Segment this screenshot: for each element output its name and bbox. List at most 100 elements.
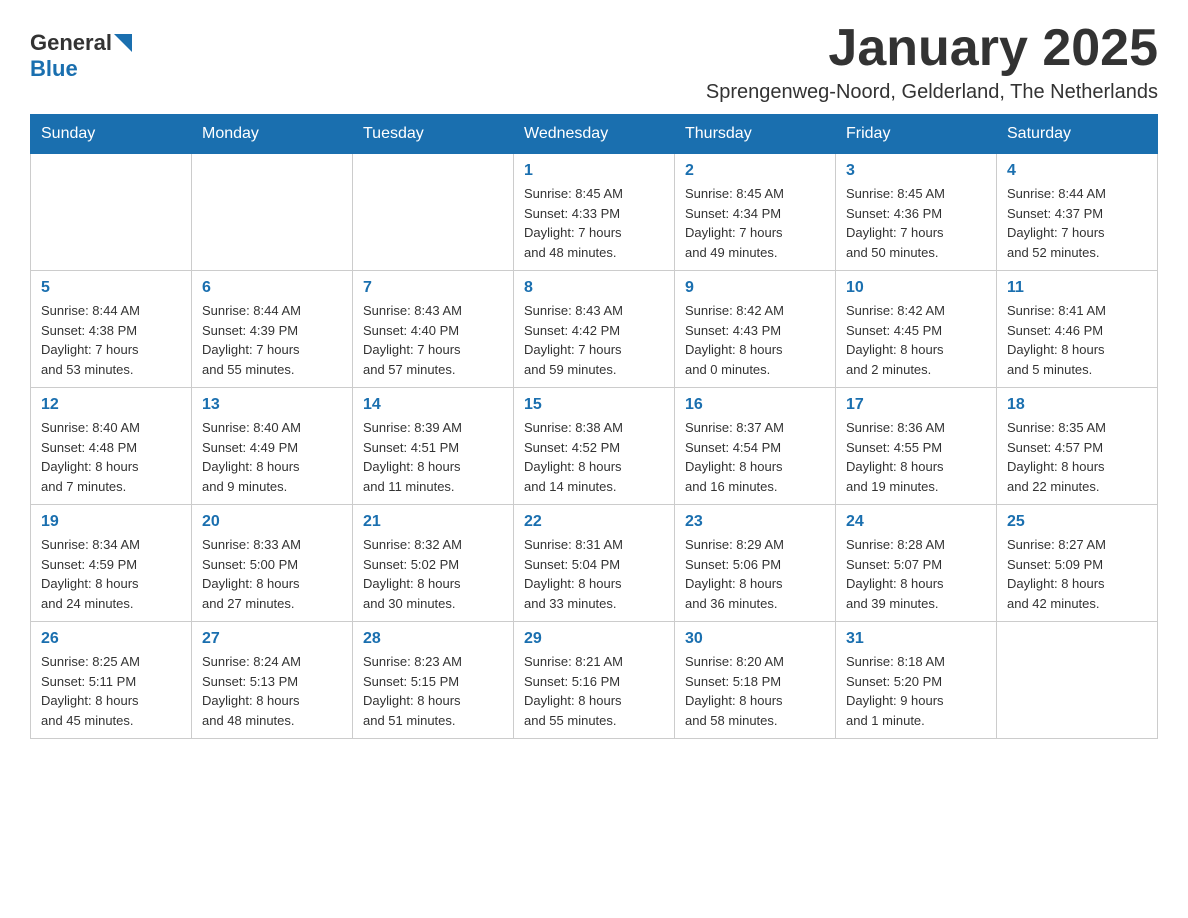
- table-row: 19 Sunrise: 8:34 AMSunset: 4:59 PMDayligh…: [31, 505, 192, 622]
- day-info: Sunrise: 8:45 AMSunset: 4:34 PMDaylight:…: [685, 184, 825, 262]
- table-row: 7 Sunrise: 8:43 AMSunset: 4:40 PMDaylight…: [353, 271, 514, 388]
- table-row: 17Sunrise: 8:36 AMSunset: 4:55 PMDayligh…: [836, 388, 997, 505]
- day-number: 21: [363, 513, 503, 531]
- day-info: Sunrise: 8:43 AMSunset: 4:40 PMDaylight:…: [363, 301, 503, 379]
- header-thursday: Thursday: [675, 115, 836, 154]
- day-number: 28: [363, 630, 503, 648]
- day-number: 22: [524, 513, 664, 531]
- table-row: 1Sunrise: 8:45 AMSunset: 4:33 PMDaylight…: [514, 154, 675, 271]
- day-number: 13: [202, 396, 342, 414]
- day-number: 16: [685, 396, 825, 414]
- table-row: 2 Sunrise: 8:45 AMSunset: 4:34 PMDaylight…: [675, 154, 836, 271]
- day-info: Sunrise: 8:34 AMSunset: 4:59 PMDaylight:…: [41, 535, 181, 613]
- day-info: Sunrise: 8:36 AMSunset: 4:55 PMDaylight:…: [846, 418, 986, 496]
- table-row: 20 Sunrise: 8:33 AMSunset: 5:00 PMDayligh…: [192, 505, 353, 622]
- table-row: 24Sunrise: 8:28 AMSunset: 5:07 PMDayligh…: [836, 505, 997, 622]
- day-info: Sunrise: 8:23 AMSunset: 5:15 PMDaylight:…: [363, 652, 503, 730]
- calendar-header: SundayMondayTuesdayWednesdayThursdayFrid…: [31, 115, 1158, 154]
- page-subtitle: Sprengenweg-Noord, Gelderland, The Nethe…: [706, 81, 1158, 104]
- day-info: Sunrise: 8:24 AMSunset: 5:13 PMDaylight:…: [202, 652, 342, 730]
- day-number: 10: [846, 279, 986, 297]
- table-row: 26Sunrise: 8:25 AMSunset: 5:11 PMDayligh…: [31, 622, 192, 739]
- logo-arrow-icon: [114, 34, 132, 52]
- table-row: 22 Sunrise: 8:31 AMSunset: 5:04 PMDayligh…: [514, 505, 675, 622]
- day-info: Sunrise: 8:39 AMSunset: 4:51 PMDaylight:…: [363, 418, 503, 496]
- calendar-table: SundayMondayTuesdayWednesdayThursdayFrid…: [30, 114, 1158, 739]
- day-number: 7: [363, 279, 503, 297]
- table-row: [997, 622, 1158, 739]
- day-info: Sunrise: 8:45 AMSunset: 4:36 PMDaylight:…: [846, 184, 986, 262]
- table-row: 31 Sunrise: 8:18 AMSunset: 5:20 PMDayligh…: [836, 622, 997, 739]
- table-row: 8Sunrise: 8:43 AMSunset: 4:42 PMDaylight…: [514, 271, 675, 388]
- day-number: 11: [1007, 279, 1147, 297]
- day-number: 20: [202, 513, 342, 531]
- day-number: 2: [685, 162, 825, 180]
- header-wednesday: Wednesday: [514, 115, 675, 154]
- day-info: Sunrise: 8:44 AMSunset: 4:38 PMDaylight:…: [41, 301, 181, 379]
- logo-general: General: [30, 30, 112, 56]
- day-number: 31: [846, 630, 986, 648]
- table-row: 28 Sunrise: 8:23 AMSunset: 5:15 PMDayligh…: [353, 622, 514, 739]
- table-row: 14 Sunrise: 8:39 AMSunset: 4:51 PMDayligh…: [353, 388, 514, 505]
- day-info: Sunrise: 8:37 AMSunset: 4:54 PMDaylight:…: [685, 418, 825, 496]
- day-number: 12: [41, 396, 181, 414]
- day-info: Sunrise: 8:28 AMSunset: 5:07 PMDaylight:…: [846, 535, 986, 613]
- header-monday: Monday: [192, 115, 353, 154]
- logo-blue: Blue: [30, 56, 78, 82]
- table-row: 4 Sunrise: 8:44 AMSunset: 4:37 PMDaylight…: [997, 154, 1158, 271]
- day-info: Sunrise: 8:29 AMSunset: 5:06 PMDaylight:…: [685, 535, 825, 613]
- day-info: Sunrise: 8:38 AMSunset: 4:52 PMDaylight:…: [524, 418, 664, 496]
- table-row: 5 Sunrise: 8:44 AMSunset: 4:38 PMDaylight…: [31, 271, 192, 388]
- day-info: Sunrise: 8:41 AMSunset: 4:46 PMDaylight:…: [1007, 301, 1147, 379]
- week-row-3: 12 Sunrise: 8:40 AMSunset: 4:48 PMDayligh…: [31, 388, 1158, 505]
- day-info: Sunrise: 8:44 AMSunset: 4:37 PMDaylight:…: [1007, 184, 1147, 262]
- day-info: Sunrise: 8:43 AMSunset: 4:42 PMDaylight:…: [524, 301, 664, 379]
- day-number: 5: [41, 279, 181, 297]
- day-info: Sunrise: 8:33 AMSunset: 5:00 PMDaylight:…: [202, 535, 342, 613]
- table-row: 11 Sunrise: 8:41 AMSunset: 4:46 PMDayligh…: [997, 271, 1158, 388]
- table-row: 27 Sunrise: 8:24 AMSunset: 5:13 PMDayligh…: [192, 622, 353, 739]
- table-row: 10 Sunrise: 8:42 AMSunset: 4:45 PMDayligh…: [836, 271, 997, 388]
- day-number: 18: [1007, 396, 1147, 414]
- table-row: 16 Sunrise: 8:37 AMSunset: 4:54 PMDayligh…: [675, 388, 836, 505]
- day-number: 6: [202, 279, 342, 297]
- table-row: 23Sunrise: 8:29 AMSunset: 5:06 PMDayligh…: [675, 505, 836, 622]
- week-row-5: 26Sunrise: 8:25 AMSunset: 5:11 PMDayligh…: [31, 622, 1158, 739]
- table-row: 30Sunrise: 8:20 AMSunset: 5:18 PMDayligh…: [675, 622, 836, 739]
- table-row: [353, 154, 514, 271]
- header-saturday: Saturday: [997, 115, 1158, 154]
- header-row: SundayMondayTuesdayWednesdayThursdayFrid…: [31, 115, 1158, 154]
- day-number: 27: [202, 630, 342, 648]
- day-number: 9: [685, 279, 825, 297]
- day-info: Sunrise: 8:44 AMSunset: 4:39 PMDaylight:…: [202, 301, 342, 379]
- day-info: Sunrise: 8:20 AMSunset: 5:18 PMDaylight:…: [685, 652, 825, 730]
- week-row-4: 19 Sunrise: 8:34 AMSunset: 4:59 PMDayligh…: [31, 505, 1158, 622]
- day-number: 25: [1007, 513, 1147, 531]
- day-info: Sunrise: 8:42 AMSunset: 4:45 PMDaylight:…: [846, 301, 986, 379]
- table-row: [31, 154, 192, 271]
- table-row: 15 Sunrise: 8:38 AMSunset: 4:52 PMDayligh…: [514, 388, 675, 505]
- day-info: Sunrise: 8:18 AMSunset: 5:20 PMDaylight:…: [846, 652, 986, 730]
- table-row: 12 Sunrise: 8:40 AMSunset: 4:48 PMDayligh…: [31, 388, 192, 505]
- day-number: 19: [41, 513, 181, 531]
- day-info: Sunrise: 8:35 AMSunset: 4:57 PMDaylight:…: [1007, 418, 1147, 496]
- table-row: 29Sunrise: 8:21 AMSunset: 5:16 PMDayligh…: [514, 622, 675, 739]
- table-row: 18 Sunrise: 8:35 AMSunset: 4:57 PMDayligh…: [997, 388, 1158, 505]
- day-number: 14: [363, 396, 503, 414]
- table-row: 3Sunrise: 8:45 AMSunset: 4:36 PMDaylight…: [836, 154, 997, 271]
- day-info: Sunrise: 8:40 AMSunset: 4:49 PMDaylight:…: [202, 418, 342, 496]
- title-section: January 2025 Sprengenweg-Noord, Gelderla…: [706, 20, 1158, 104]
- header-tuesday: Tuesday: [353, 115, 514, 154]
- day-info: Sunrise: 8:42 AMSunset: 4:43 PMDaylight:…: [685, 301, 825, 379]
- table-row: 9 Sunrise: 8:42 AMSunset: 4:43 PMDaylight…: [675, 271, 836, 388]
- day-info: Sunrise: 8:32 AMSunset: 5:02 PMDaylight:…: [363, 535, 503, 613]
- calendar-body: 1Sunrise: 8:45 AMSunset: 4:33 PMDaylight…: [31, 154, 1158, 739]
- table-row: 13 Sunrise: 8:40 AMSunset: 4:49 PMDayligh…: [192, 388, 353, 505]
- day-number: 15: [524, 396, 664, 414]
- day-number: 4: [1007, 162, 1147, 180]
- page-header: General Blue January 2025 Sprengenweg-No…: [30, 20, 1158, 104]
- day-info: Sunrise: 8:31 AMSunset: 5:04 PMDaylight:…: [524, 535, 664, 613]
- day-info: Sunrise: 8:40 AMSunset: 4:48 PMDaylight:…: [41, 418, 181, 496]
- day-info: Sunrise: 8:21 AMSunset: 5:16 PMDaylight:…: [524, 652, 664, 730]
- week-row-1: 1Sunrise: 8:45 AMSunset: 4:33 PMDaylight…: [31, 154, 1158, 271]
